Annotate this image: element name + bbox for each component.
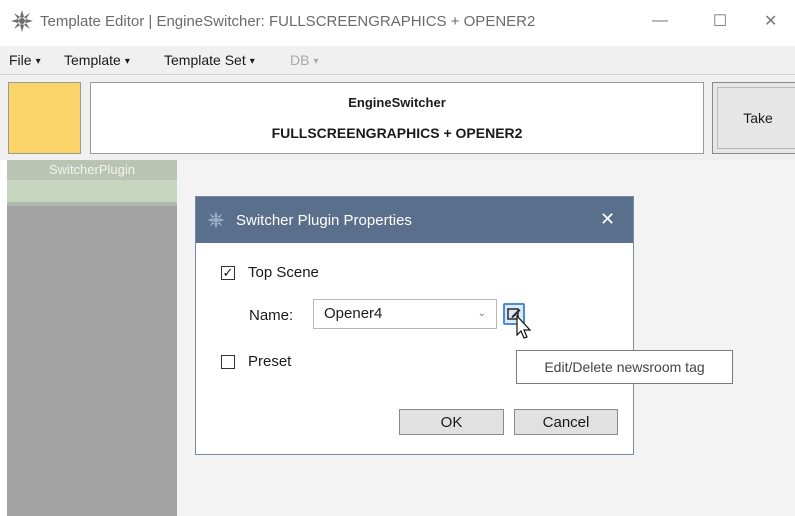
- template-name-box: EngineSwitcher FULLSCREENGRAPHICS + OPEN…: [90, 82, 704, 154]
- menu-bar: File ▾ Template ▾ Template Set ▾ DB ▾: [0, 46, 795, 75]
- chevron-down-icon: ▾: [35, 56, 41, 67]
- plugin-list-divider: [7, 202, 177, 206]
- menu-db: DB ▾: [290, 52, 319, 68]
- plugin-list-item[interactable]: [7, 180, 177, 202]
- dialog-close-button[interactable]: ✕: [600, 209, 615, 230]
- plugin-list-header[interactable]: SwitcherPlugin: [7, 160, 177, 180]
- ok-button[interactable]: OK: [399, 409, 504, 435]
- tooltip: Edit/Delete newsroom tag: [516, 350, 733, 384]
- preset-checkbox[interactable]: [221, 355, 235, 369]
- preset-label: Preset: [248, 353, 292, 370]
- menu-template-set[interactable]: Template Set ▾: [164, 52, 255, 68]
- top-scene-checkbox[interactable]: ✓: [221, 266, 235, 280]
- menu-template[interactable]: Template ▾: [64, 52, 130, 68]
- gear-flower-icon: [206, 210, 226, 230]
- chevron-down-icon: ▾: [313, 56, 319, 67]
- plugin-list-panel: SwitcherPlugin: [7, 160, 177, 516]
- chevron-down-icon: ▾: [124, 56, 130, 67]
- switcher-plugin-properties-dialog: Switcher Plugin Properties ✕ ✓ Top Scene…: [195, 196, 634, 455]
- close-button[interactable]: ✕: [764, 6, 795, 36]
- maximize-button[interactable]: ☐: [700, 6, 740, 36]
- name-select-value: Opener4: [324, 305, 383, 322]
- chevron-down-icon: ⌄: [477, 308, 486, 319]
- template-engine-label: EngineSwitcher: [348, 95, 446, 110]
- cancel-button[interactable]: Cancel: [514, 409, 618, 435]
- gear-flower-icon: [11, 10, 33, 32]
- mouse-pointer-icon: [516, 315, 532, 339]
- template-color-swatch[interactable]: [8, 82, 81, 154]
- dialog-title: Switcher Plugin Properties: [236, 212, 412, 229]
- template-name-label: FULLSCREENGRAPHICS + OPENER2: [271, 125, 523, 141]
- name-select[interactable]: Opener4 ⌄: [313, 299, 497, 329]
- menu-file[interactable]: File ▾: [9, 52, 41, 68]
- take-button[interactable]: Take: [712, 82, 795, 154]
- minimize-button[interactable]: —: [640, 6, 680, 36]
- dialog-titlebar: Switcher Plugin Properties ✕: [196, 197, 633, 243]
- name-label: Name:: [249, 307, 294, 324]
- window-titlebar: Template Editor | EngineSwitcher: FULLSC…: [0, 0, 795, 46]
- top-scene-label: Top Scene: [248, 264, 319, 281]
- chevron-down-icon: ▾: [249, 56, 255, 67]
- window-title: Template Editor | EngineSwitcher: FULLSC…: [40, 13, 536, 30]
